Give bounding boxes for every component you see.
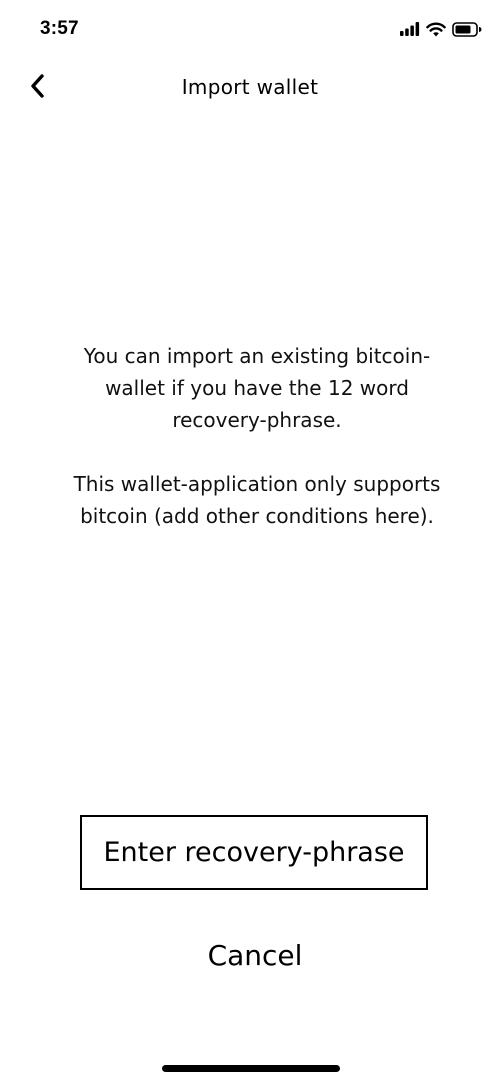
home-indicator[interactable] (162, 1065, 340, 1072)
supported-coins-paragraph: This wallet-application only supports bi… (73, 472, 441, 528)
cellular-signal-icon (400, 22, 420, 36)
status-bar: 3:57 (0, 0, 500, 60)
import-description-paragraph: You can import an existing bitcoin-walle… (83, 344, 431, 432)
navigation-bar: Import wallet (0, 62, 500, 116)
battery-icon (452, 21, 482, 37)
wifi-icon (426, 22, 446, 37)
status-time: 3:57 (40, 18, 79, 39)
page-title: Import wallet (181, 75, 319, 99)
import-description: You can import an existing bitcoin-walle… (60, 340, 454, 532)
cancel-button[interactable]: Cancel (155, 934, 355, 978)
enter-recovery-phrase-button[interactable]: Enter recovery-phrase (80, 815, 428, 890)
status-icons (400, 19, 482, 39)
